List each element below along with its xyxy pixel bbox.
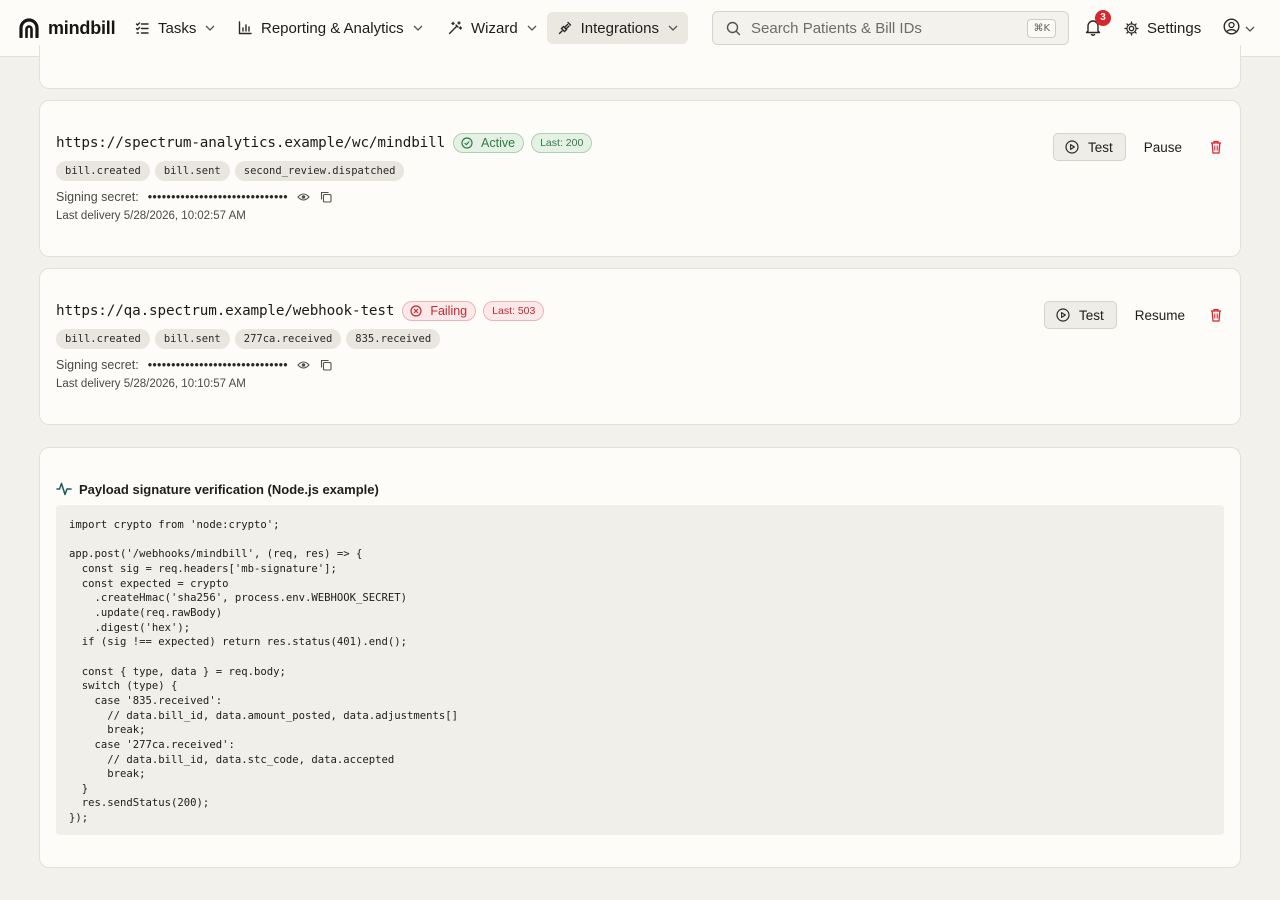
bar-chart-icon — [237, 20, 253, 36]
user-menu[interactable] — [1223, 18, 1255, 35]
copy-icon[interactable] — [319, 358, 333, 372]
nav-tasks-label: Tasks — [158, 19, 197, 37]
code-snippet: import crypto from 'node:crypto'; app.po… — [69, 519, 459, 825]
brand[interactable]: mindbill — [18, 15, 116, 41]
brand-name: mindbill — [48, 17, 116, 38]
webhook-actions: Test Pause — [1052, 133, 1224, 161]
keyboard-shortcut-hint: ⌘K — [1027, 19, 1056, 38]
notification-count-badge: 3 — [1095, 10, 1111, 26]
webhook-url: https://qa.spectrum.example/webhook-test — [56, 303, 395, 319]
pause-button[interactable]: Pause — [1142, 133, 1184, 161]
event-tag: bill.created — [56, 161, 150, 181]
search-icon — [726, 20, 742, 36]
signing-secret-value: •••••••••••••••••••••••••••••• — [147, 358, 288, 372]
chevron-down-icon — [527, 23, 537, 33]
chevron-down-icon — [413, 23, 423, 33]
status-badge-label: Active — [481, 136, 516, 150]
activity-pulse-icon — [56, 481, 73, 497]
trash-icon[interactable] — [1210, 139, 1224, 155]
last-delivery-time: Last delivery 5/28/2026, 10:02:57 AM — [56, 210, 246, 222]
event-tag-list: bill.created bill.sent 277ca.received 83… — [56, 329, 445, 349]
resume-button[interactable]: Resume — [1133, 301, 1187, 329]
webhook-url: https://spectrum-analytics.example/wc/mi… — [56, 135, 446, 151]
test-button[interactable]: Test — [1052, 133, 1126, 161]
code-example-header: Payload signature verification (Node.js … — [56, 481, 379, 497]
test-button-label: Test — [1087, 139, 1113, 155]
tasks-list-icon — [134, 20, 150, 36]
eye-icon[interactable] — [297, 190, 311, 204]
nav-wizard[interactable]: Wizard — [437, 12, 547, 44]
nav-wizard-label: Wizard — [471, 19, 518, 37]
code-example-card: Payload signature verification (Node.js … — [39, 447, 1241, 868]
signing-secret-row: Signing secret: ••••••••••••••••••••••••… — [56, 188, 333, 206]
search-bar[interactable]: ⌘K — [712, 11, 1069, 45]
user-avatar-icon — [1223, 18, 1240, 35]
test-button-label: Test — [1078, 307, 1104, 323]
nav-integrations[interactable]: Integrations — [547, 12, 688, 44]
search-input[interactable] — [751, 19, 1021, 37]
webhook-card-partial — [39, 45, 1241, 89]
status-badge-label: Failing — [430, 304, 468, 318]
nav-tasks[interactable]: Tasks — [124, 12, 225, 44]
chevron-down-icon — [668, 23, 678, 33]
play-circle-icon — [1056, 308, 1070, 322]
x-circle-icon — [410, 305, 423, 318]
webhook-header: https://spectrum-analytics.example/wc/mi… — [56, 132, 593, 154]
event-tag: 277ca.received — [234, 329, 342, 349]
webhook-actions: Test Resume — [1043, 301, 1224, 329]
test-button[interactable]: Test — [1043, 301, 1117, 329]
webhook-card: https://qa.spectrum.example/webhook-test… — [39, 268, 1241, 425]
eye-icon[interactable] — [297, 358, 311, 372]
nav-integrations-label: Integrations — [580, 19, 659, 37]
nav-reporting[interactable]: Reporting & Analytics — [227, 12, 433, 44]
event-tag: 835.received — [346, 329, 441, 349]
last-delivery-time: Last delivery 5/28/2026, 10:10:57 AM — [56, 378, 246, 390]
code-block: import crypto from 'node:crypto'; app.po… — [56, 505, 1224, 835]
status-badge: Active — [453, 133, 525, 153]
last-response-badge: Last: 200 — [531, 133, 593, 153]
copy-icon[interactable] — [319, 190, 333, 204]
signing-secret-value: •••••••••••••••••••••••••••••• — [147, 190, 288, 204]
gear-icon — [1124, 20, 1140, 36]
trash-icon[interactable] — [1210, 307, 1224, 323]
webhook-card: https://spectrum-analytics.example/wc/mi… — [39, 100, 1241, 257]
chevron-down-icon — [205, 23, 215, 33]
chevron-down-icon — [1245, 19, 1255, 35]
event-tag: bill.sent — [154, 329, 230, 349]
event-tag-list: bill.created bill.sent second_review.dis… — [56, 161, 409, 181]
signing-secret-label: Signing secret: — [56, 190, 139, 204]
last-response-badge: Last: 503 — [483, 301, 545, 321]
mindbill-logo-icon — [19, 18, 39, 38]
webhook-header: https://qa.spectrum.example/webhook-test… — [56, 300, 545, 322]
signing-secret-row: Signing secret: ••••••••••••••••••••••••… — [56, 356, 333, 374]
signing-secret-label: Signing secret: — [56, 358, 139, 372]
event-tag: bill.created — [56, 329, 150, 349]
status-badge: Failing — [402, 301, 477, 321]
event-tag: bill.sent — [154, 161, 230, 181]
event-tag: second_review.dispatched — [234, 161, 405, 181]
plug-icon — [557, 20, 573, 36]
check-circle-icon — [461, 137, 474, 150]
settings-button[interactable]: Settings — [1124, 12, 1201, 44]
play-circle-icon — [1065, 140, 1079, 154]
nav-reporting-label: Reporting & Analytics — [261, 19, 404, 37]
magic-wand-icon — [447, 20, 463, 36]
code-example-title: Payload signature verification (Node.js … — [79, 481, 379, 497]
settings-label: Settings — [1147, 19, 1202, 37]
